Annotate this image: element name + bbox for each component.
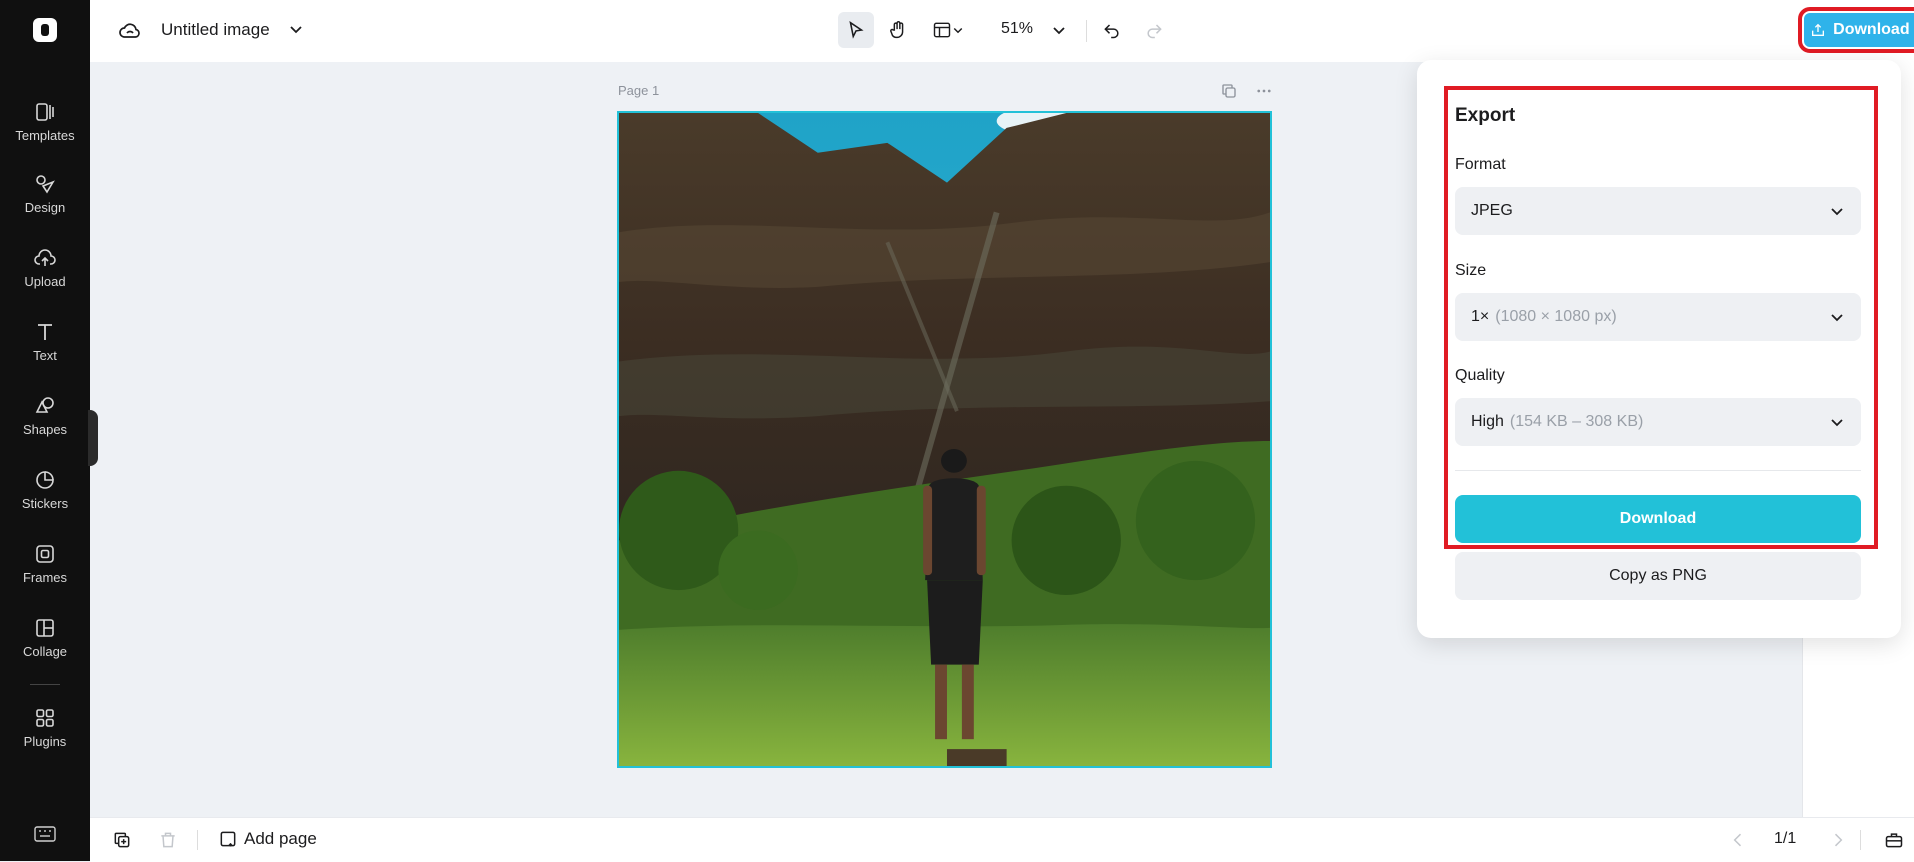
hand-icon	[890, 21, 904, 39]
design-canvas[interactable]	[617, 111, 1272, 768]
chevron-down-icon[interactable]	[288, 21, 304, 37]
sidebar-item-shapes[interactable]: Shapes	[0, 382, 90, 446]
quality-detail: (154 KB – 308 KB)	[1509, 413, 1644, 430]
download-all-button[interactable]: Download all	[1798, 7, 1914, 53]
size-value: 1×	[1471, 308, 1490, 325]
cursor-icon	[849, 20, 864, 39]
sidebar-item-label: Collage	[22, 644, 68, 659]
page-counter: 1/1	[1774, 830, 1797, 847]
sidebar-item-upload[interactable]: Upload	[0, 234, 90, 298]
add-page-icon	[220, 831, 236, 847]
sidebar-item-label: Shapes	[22, 422, 68, 437]
chevron-right-icon[interactable]	[1828, 830, 1848, 850]
duplicate-page-icon[interactable]	[112, 830, 132, 850]
undo-button[interactable]	[1094, 12, 1130, 48]
format-value: JPEG	[1471, 202, 1513, 219]
sidebar-item-label: Templates	[15, 128, 75, 143]
sidebar-item-design[interactable]: Design	[0, 160, 90, 224]
export-title: Export	[1455, 105, 1516, 126]
cloud-sync-icon[interactable]	[118, 19, 142, 43]
sidebar-collapse-handle[interactable]	[88, 410, 98, 466]
left-sidebar: Templates Design Upload Text Shapes Stic…	[0, 0, 90, 861]
design-icon	[36, 175, 55, 194]
quality-select[interactable]: High (154 KB – 308 KB)	[1455, 398, 1861, 446]
sidebar-item-collage[interactable]: Collage	[0, 604, 90, 668]
select-tool-button[interactable]	[838, 12, 874, 48]
chevron-down-icon	[1831, 208, 1843, 216]
templates-icon	[36, 103, 54, 121]
canvas-photo	[619, 113, 1270, 766]
export-icon	[1812, 23, 1825, 36]
chevron-down-icon	[1831, 314, 1843, 322]
frames-icon	[36, 545, 54, 563]
stickers-icon	[36, 471, 54, 489]
plugins-icon	[36, 709, 54, 727]
chevron-down-icon	[953, 27, 963, 34]
format-label: Format	[1455, 156, 1506, 173]
download-button[interactable]: Download	[1455, 495, 1861, 543]
text-icon	[38, 324, 52, 340]
sidebar-item-stickers[interactable]: Stickers	[0, 456, 90, 520]
bottom-bar: Add page 1/1	[90, 817, 1914, 862]
more-options-icon[interactable]	[1255, 82, 1273, 100]
sidebar-item-templates[interactable]: Templates	[0, 88, 90, 152]
add-page-button[interactable]: Add page	[218, 829, 317, 849]
sidebar-item-label: Design	[24, 200, 66, 215]
layout-menu-button[interactable]	[926, 12, 970, 48]
sidebar-item-frames[interactable]: Frames	[0, 530, 90, 594]
trash-icon[interactable]	[158, 830, 178, 850]
sidebar-item-text[interactable]: Text	[0, 308, 90, 372]
copy-as-png-button[interactable]: Copy as PNG	[1455, 552, 1861, 600]
briefcase-icon[interactable]	[1884, 830, 1904, 850]
top-bar: Untitled image 51% Download all	[90, 0, 1914, 62]
bottom-divider	[1860, 830, 1861, 850]
layout-icon	[933, 22, 951, 38]
sidebar-divider	[30, 684, 60, 685]
chevron-left-icon[interactable]	[1728, 830, 1748, 850]
size-select[interactable]: 1× (1080 × 1080 px)	[1455, 293, 1861, 341]
shapes-icon	[35, 397, 54, 413]
collage-icon	[36, 619, 54, 637]
redo-icon	[1147, 24, 1162, 39]
sidebar-item-label: Frames	[22, 570, 68, 585]
upload-icon	[34, 249, 56, 266]
sidebar-item-plugins[interactable]: Plugins	[0, 694, 90, 758]
download-all-label: Download all	[1833, 21, 1914, 38]
sidebar-item-label: Plugins	[23, 734, 67, 749]
sidebar-item-label: Upload	[24, 274, 66, 289]
sidebar-item-label: Stickers	[21, 496, 69, 511]
redo-button[interactable]	[1136, 12, 1172, 48]
document-title[interactable]: Untitled image	[161, 20, 270, 40]
quality-label: Quality	[1455, 367, 1505, 384]
hand-tool-button[interactable]	[880, 12, 916, 48]
chevron-down-icon[interactable]	[1051, 22, 1067, 38]
bottom-divider	[197, 830, 198, 850]
format-select[interactable]: JPEG	[1455, 187, 1861, 235]
toolbar-divider	[1086, 20, 1087, 42]
undo-icon	[1104, 24, 1119, 39]
size-detail: (1080 × 1080 px)	[1495, 308, 1617, 325]
sidebar-item-label: Text	[33, 348, 57, 363]
quality-value: High	[1471, 413, 1504, 430]
add-page-label: Add page	[244, 829, 317, 848]
keyboard-icon[interactable]	[34, 826, 56, 842]
zoom-level[interactable]: 51%	[1001, 20, 1033, 38]
chevron-down-icon	[1831, 419, 1843, 427]
app-logo[interactable]	[33, 18, 57, 42]
size-label: Size	[1455, 262, 1487, 279]
export-divider	[1455, 470, 1861, 471]
duplicate-page-icon[interactable]	[1220, 82, 1238, 100]
page-label: Page 1	[618, 83, 660, 98]
